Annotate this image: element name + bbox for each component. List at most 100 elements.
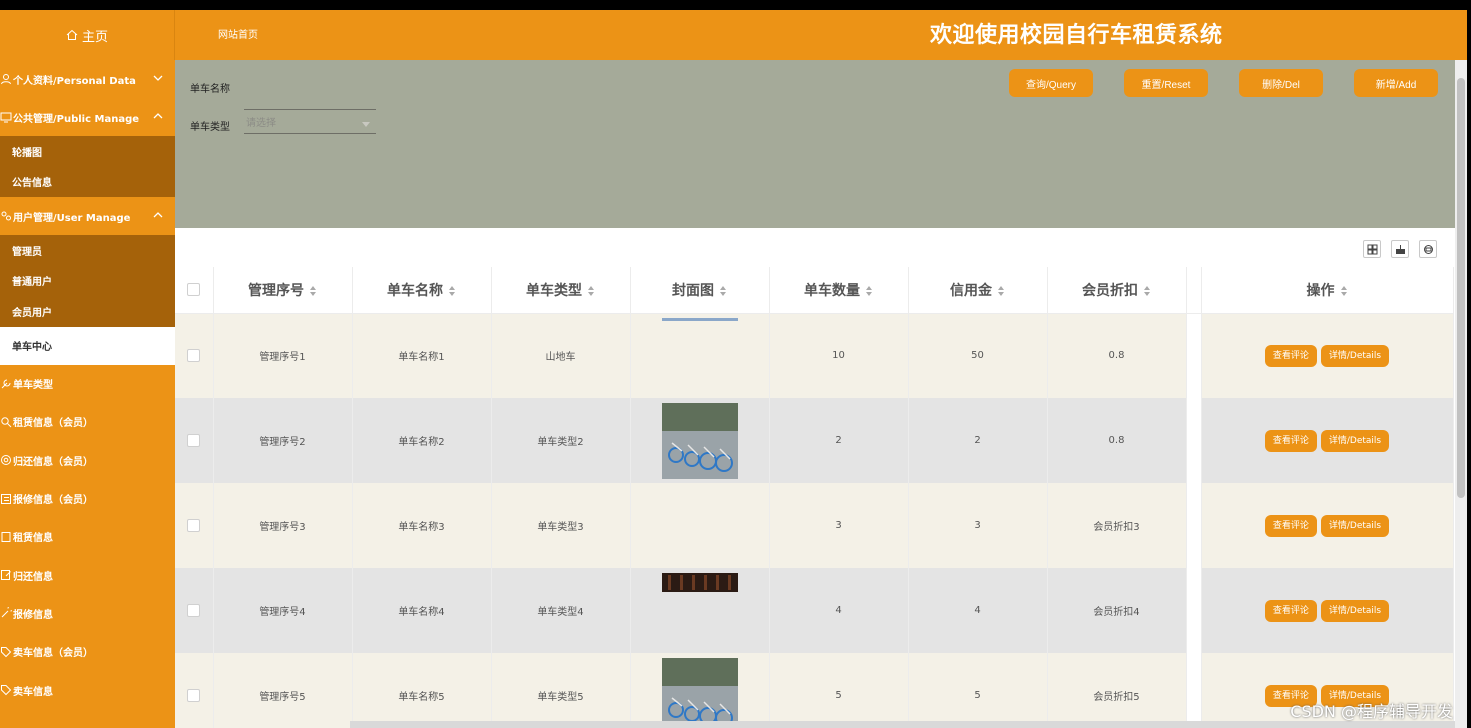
sidebar-item-repair-member[interactable]: 报修信息（会员） [0,479,175,517]
actions-cell: 查看评论 详情/Details [1201,568,1454,653]
bike-name-cell: 单车名称4 [352,568,492,653]
column-header[interactable]: 单车数量 [769,267,909,314]
bike-name-label: 单车名称 [190,84,230,95]
bike-name-input[interactable] [244,90,376,110]
column-header[interactable]: 封面图 [630,267,770,314]
bike-name-cell: 单车名称5 [352,653,492,728]
sidebar-item-repair[interactable]: 报修信息 [0,594,175,632]
cover-cell [630,653,770,728]
bike-type-select[interactable]: 请选择 [244,114,376,134]
bike-name-cell: 单车名称1 [352,313,492,398]
sidebar-item-bike-center[interactable]: 单车中心 [0,326,175,365]
horizontal-scrollbar[interactable] [350,721,1467,728]
row-checkbox[interactable] [187,519,201,532]
edit-icon [1,570,11,581]
sidebar-item-return-member[interactable]: 归还信息（会员） [0,441,175,479]
system-title: 欢迎使用校园自行车租赁系统 [930,23,1223,48]
sidebar-item-return[interactable]: 归还信息 [0,556,175,594]
row-checkbox[interactable] [187,604,201,617]
sort-icon[interactable] [866,285,873,296]
delete-button[interactable]: 删除/Del [1239,69,1323,97]
column-header[interactable]: 单车名称 [352,267,492,314]
column-header[interactable]: 信用金 [908,267,1048,314]
table-row[interactable]: 管理序号4 单车名称4 单车类型4 4 4 会员折扣4 查看评论 详情/Details [175,568,1454,653]
table-row[interactable]: 管理序号1 单车名称1 山地车 10 50 0.8 查看评论 详情/Details [175,313,1454,398]
export-icon[interactable] [1391,240,1409,258]
sidebar-item-label: 报修信息 [13,609,53,621]
print-icon[interactable] [1419,240,1437,258]
sidebar-item-carousel[interactable]: 轮播图 [0,136,175,167]
columns-icon[interactable] [1363,240,1381,258]
sidebar-item-label: 卖车信息 [13,686,53,698]
menu-personal-data[interactable]: 个人资料/Personal Data [0,60,175,98]
sidebar-item-rent-member[interactable]: 租赁信息（会员） [0,403,175,441]
deposit-cell: 2 [908,398,1048,483]
sort-icon[interactable] [998,285,1005,296]
details-button[interactable]: 详情/Details [1320,514,1390,537]
row-select-cell [175,398,214,483]
sort-icon[interactable] [588,285,595,296]
cover-cell [630,568,770,653]
sort-icon[interactable] [720,285,727,296]
table-row[interactable]: 管理序号2 单车名称2 单车类型2 2 2 0.8 查看评论 详情/Details [175,398,1454,483]
menu-public-label: 公共管理/Public Manage [13,113,140,125]
public-submenu: 轮播图 公告信息 [0,136,175,197]
sidebar-item-rent[interactable]: 租赁信息 [0,518,175,556]
home-tab[interactable]: 主页 [0,10,175,60]
row-checkbox[interactable] [187,689,201,702]
column-header[interactable]: 操作 [1201,267,1454,314]
menu-public-manage[interactable]: 公共管理/Public Manage [0,98,175,136]
count-cell: 4 [769,568,909,653]
discount-cell: 0.8 [1047,313,1187,398]
sidebar-item-label: 卖车信息（会员） [13,648,93,660]
column-header[interactable]: 管理序号 [213,267,353,314]
column-header[interactable]: 单车类型 [491,267,631,314]
scrollbar-thumb[interactable] [1457,78,1465,498]
row-checkbox[interactable] [187,349,201,363]
column-header-label: 单车名称 [387,282,443,299]
add-button[interactable]: 新增/Add [1354,69,1438,97]
deposit-cell: 4 [908,568,1048,653]
sidebar-item-sell[interactable]: 卖车信息 [0,671,175,709]
sidebar-item-admins[interactable]: 管理员 [0,235,175,266]
sort-icon[interactable] [310,285,317,296]
watermark: CSDN @程序辅导开发 [1290,702,1453,721]
details-button[interactable]: 详情/Details [1320,599,1390,622]
sidebar-item-bike-type[interactable]: 单车类型 [0,365,175,403]
sidebar-item-members[interactable]: 会员用户 [0,296,175,327]
sidebar-item-label: 报修信息（会员） [13,495,93,507]
details-button[interactable]: 详情/Details [1320,344,1390,367]
table-header-row: 管理序号 单车名称 单车类型 封面图 单车数量 信用金 会员折扣 操作 [175,267,1454,314]
site-home-link[interactable]: 网站首页 [218,10,258,60]
sort-icon[interactable] [449,285,456,296]
query-button[interactable]: 查询/Query [1009,69,1093,97]
bike-type-cell: 单车类型2 [491,398,631,483]
table-row[interactable]: 管理序号5 单车名称5 单车类型5 5 5 会员折扣5 查看评论 详情/Details [175,653,1454,728]
sidebar-item-users[interactable]: 普通用户 [0,266,175,297]
column-header[interactable]: 会员折扣 [1047,267,1187,314]
menu-user-manage[interactable]: 用户管理/User Manage [0,197,175,235]
view-comments-button[interactable]: 查看评论 [1264,599,1317,622]
discount-cell: 会员折扣4 [1047,568,1187,653]
fixed-column-gap [1186,568,1202,653]
view-comments-button[interactable]: 查看评论 [1264,344,1317,367]
serial-cell: 管理序号5 [213,653,353,728]
vertical-scrollbar[interactable] [1455,60,1467,728]
home-icon [66,29,78,40]
actions-cell: 查看评论 详情/Details [1201,313,1454,398]
view-comments-button[interactable]: 查看评论 [1264,429,1317,452]
fixed-column-gap [1186,398,1202,483]
table-row[interactable]: 管理序号3 单车名称3 单车类型3 3 3 会员折扣3 查看评论 详情/Details [175,483,1454,568]
bike-table: 管理序号 单车名称 单车类型 封面图 单车数量 信用金 会员折扣 操作 管理序号… [175,267,1454,728]
sort-icon[interactable] [1144,285,1151,296]
bike-name-cell: 单车名称3 [352,483,492,568]
row-checkbox[interactable] [187,434,201,447]
select-all-checkbox[interactable] [187,283,201,297]
bike-type-label: 单车类型 [190,122,230,133]
view-comments-button[interactable]: 查看评论 [1264,514,1317,537]
sort-icon[interactable] [1340,285,1348,296]
reset-button[interactable]: 重置/Reset [1124,69,1208,97]
sidebar-item-notices[interactable]: 公告信息 [0,167,175,198]
sidebar-item-sell-member[interactable]: 卖车信息（会员） [0,633,175,671]
details-button[interactable]: 详情/Details [1320,429,1390,452]
